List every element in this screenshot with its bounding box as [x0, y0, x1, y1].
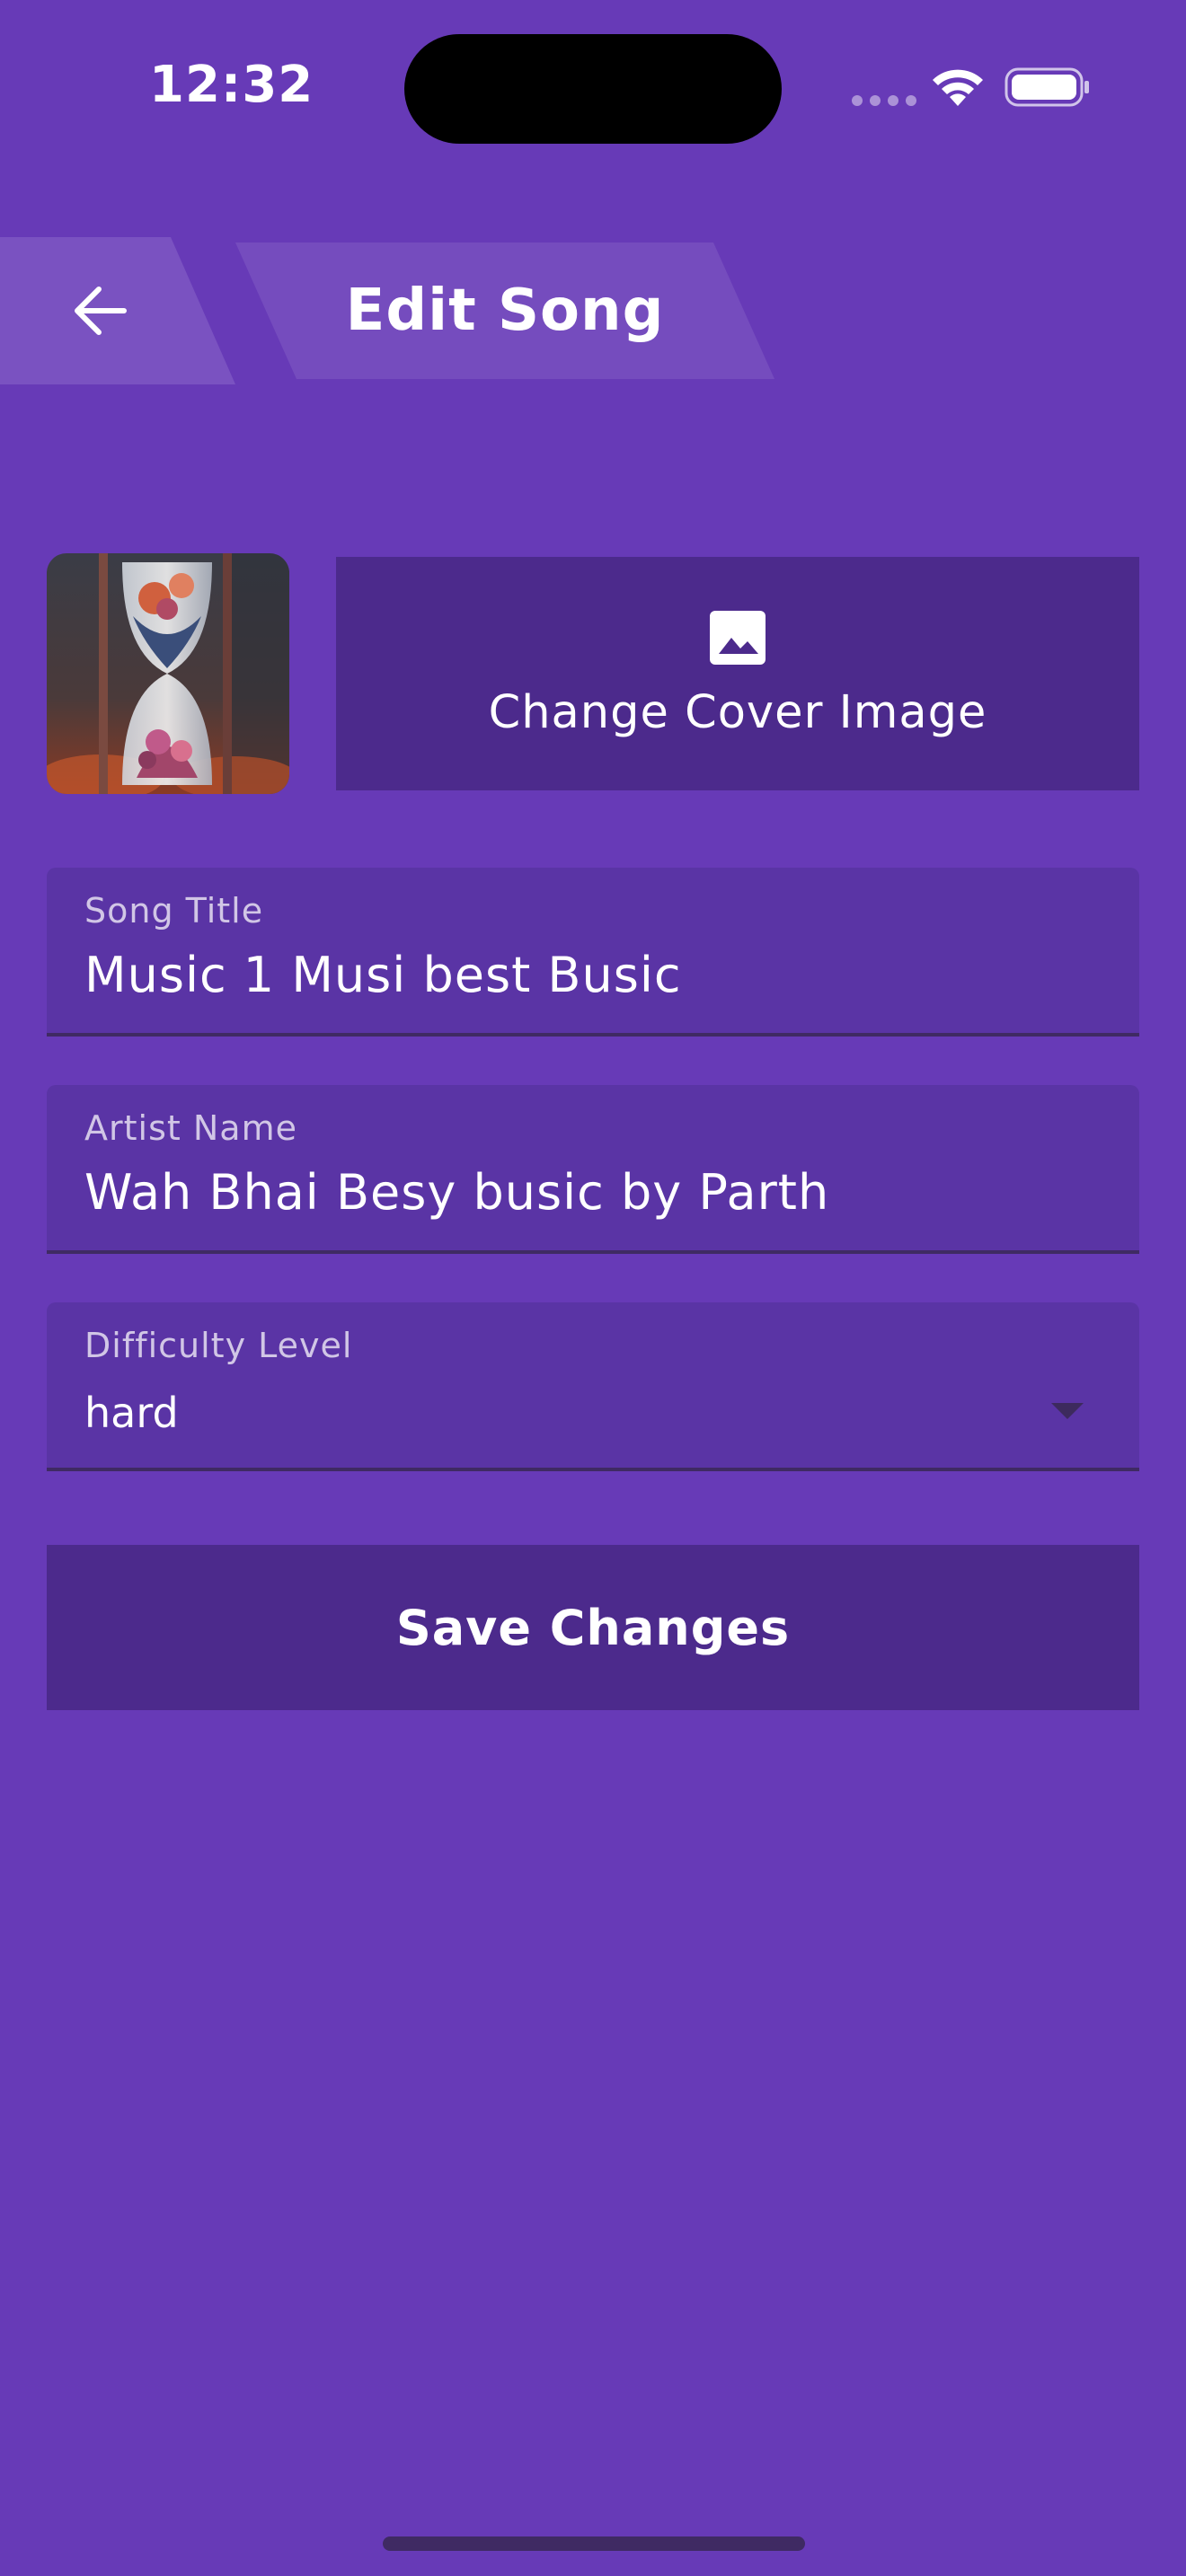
page-title: Edit Song — [345, 278, 665, 344]
song-title-input[interactable]: Music 1 Musi best Busic — [84, 947, 682, 1003]
arrow-left-icon[interactable] — [72, 284, 129, 338]
cover-thumbnail — [47, 553, 289, 794]
artist-name-label: Artist Name — [84, 1108, 297, 1148]
difficulty-value: hard — [84, 1389, 179, 1437]
image-icon — [710, 610, 766, 665]
signal-icon — [852, 95, 916, 106]
dropdown-arrow-icon[interactable] — [1051, 1403, 1084, 1419]
change-cover-label: Change Cover Image — [488, 685, 987, 739]
dynamic-island — [404, 34, 782, 144]
song-title-label: Song Title — [84, 891, 264, 931]
battery-icon — [1005, 67, 1089, 107]
song-title-field[interactable]: Song Title Music 1 Musi best Busic — [47, 868, 1139, 1037]
difficulty-label: Difficulty Level — [84, 1326, 353, 1365]
artist-name-field[interactable]: Artist Name Wah Bhai Besy busic by Parth — [47, 1085, 1139, 1254]
status-time: 12:32 — [149, 56, 314, 114]
wifi-icon — [933, 69, 983, 106]
home-indicator[interactable] — [383, 2536, 805, 2551]
difficulty-select[interactable]: Difficulty Level hard — [47, 1302, 1139, 1471]
save-changes-button[interactable]: Save Changes — [47, 1545, 1139, 1710]
artist-name-input[interactable]: Wah Bhai Besy busic by Parth — [84, 1164, 829, 1221]
change-cover-button[interactable]: Change Cover Image — [336, 557, 1139, 790]
